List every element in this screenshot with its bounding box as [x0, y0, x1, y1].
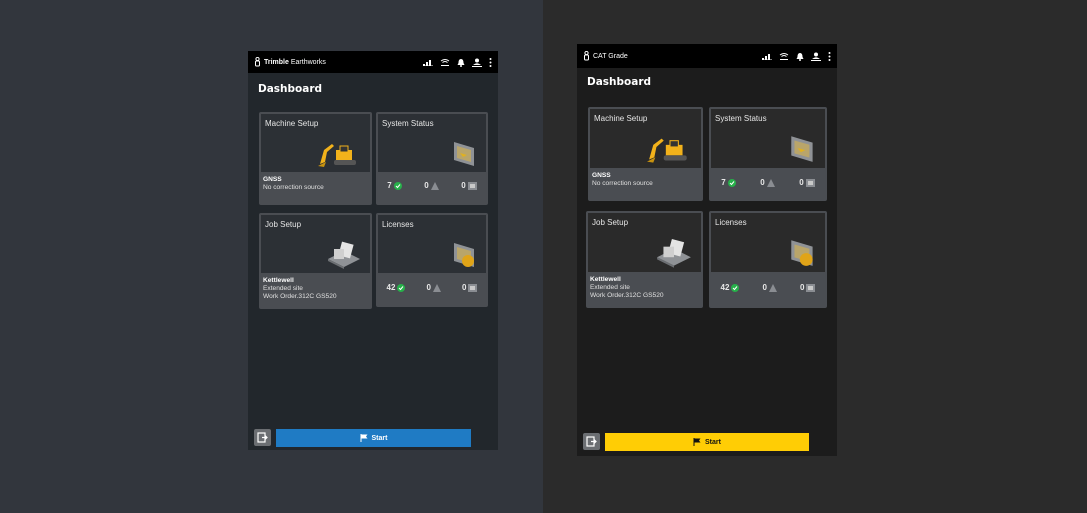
warning-icon [768, 283, 777, 292]
ok-count: 42 [721, 283, 740, 292]
signal-icon[interactable] [423, 58, 433, 66]
page-title: Dashboard [587, 76, 652, 88]
warning-count: 0 [763, 283, 777, 292]
check-ok-icon [393, 181, 402, 190]
card-title: Machine Setup [594, 114, 648, 123]
card-title: System Status [382, 119, 434, 128]
brand-name: CAT Grade [593, 52, 628, 60]
user-icon[interactable] [472, 58, 482, 67]
page-title: Dashboard [258, 83, 323, 95]
exit-icon [586, 436, 597, 447]
bell-icon[interactable] [796, 52, 804, 61]
bell-icon[interactable] [457, 58, 465, 67]
error-icon [468, 283, 478, 292]
system-status-card[interactable]: System Status 7 0 0 [376, 112, 488, 205]
device-trimble: Trimble Earthworks Dashboard Machine Set… [248, 51, 498, 450]
job-papers-icon [657, 238, 691, 268]
device-cat: CAT Grade Dashboard Machine Setup GNSS N… [577, 44, 837, 456]
gnss-label: GNSS [263, 176, 282, 183]
license-tablet-icon [454, 243, 474, 267]
exit-icon [257, 432, 268, 443]
system-status-card[interactable]: System Status 7 0 0 [709, 107, 827, 201]
ok-count: 7 [387, 181, 402, 190]
licenses-card[interactable]: Licenses 42 0 0 [709, 211, 827, 308]
display-monitor-icon [454, 142, 474, 166]
job-line-2: Extended site [590, 284, 630, 291]
job-name: Kettlewell [263, 277, 294, 284]
status-bar: CAT Grade [577, 44, 837, 68]
check-ok-icon [731, 283, 740, 292]
exit-button[interactable] [583, 433, 600, 450]
gnss-detail: No correction source [592, 180, 653, 187]
exit-button[interactable] [254, 429, 271, 446]
error-icon [467, 181, 477, 190]
warning-count: 0 [427, 283, 441, 292]
job-setup-card[interactable]: Job Setup Kettlewell Extended site Work … [259, 213, 372, 309]
start-label: Start [705, 438, 721, 446]
wifi-icon[interactable] [779, 52, 789, 60]
error-count: 0 [461, 181, 477, 190]
trimble-logo-icon [255, 57, 260, 67]
job-name: Kettlewell [590, 276, 621, 283]
wifi-icon[interactable] [440, 58, 450, 66]
license-tablet-icon [791, 240, 813, 266]
error-count: 0 [799, 178, 815, 187]
card-title: Job Setup [592, 218, 629, 227]
error-count: 0 [800, 283, 816, 292]
user-icon[interactable] [811, 52, 821, 61]
trimble-logo-icon [584, 51, 589, 61]
error-icon [806, 283, 816, 292]
job-line-2: Extended site [263, 285, 303, 292]
check-ok-icon [727, 178, 736, 187]
machine-setup-card[interactable]: Machine Setup GNSS No correction source [259, 112, 372, 205]
ok-count: 7 [721, 178, 736, 187]
job-setup-card[interactable]: Job Setup Kettlewell Extended site Work … [586, 211, 703, 308]
start-button[interactable]: Start [605, 433, 809, 451]
warning-count: 0 [760, 178, 775, 187]
excavator-icon [647, 138, 687, 163]
card-title: System Status [715, 114, 767, 123]
error-icon [805, 178, 815, 187]
job-line-3: Work Order.312C GS520 [263, 293, 337, 300]
start-button[interactable]: Start [276, 429, 471, 447]
licenses-card[interactable]: Licenses 42 0 0 [376, 213, 488, 307]
excavator-icon [318, 144, 356, 167]
ok-count: 42 [387, 283, 406, 292]
brand-bold: Trimble [264, 58, 289, 66]
warning-count: 0 [424, 181, 439, 190]
card-title: Machine Setup [265, 119, 319, 128]
warning-icon [766, 178, 775, 187]
flag-icon [693, 438, 701, 446]
job-line-3: Work Order.312C GS520 [590, 292, 664, 299]
check-ok-icon [397, 283, 406, 292]
card-title: Job Setup [265, 220, 302, 229]
warning-icon [430, 181, 439, 190]
display-monitor-icon [791, 136, 813, 162]
job-papers-icon [328, 241, 360, 269]
machine-setup-card[interactable]: Machine Setup GNSS No correction source [588, 107, 703, 201]
gnss-detail: No correction source [263, 184, 324, 191]
card-title: Licenses [382, 220, 414, 229]
warning-icon [432, 283, 441, 292]
status-bar: Trimble Earthworks [248, 51, 498, 73]
brand-name: Earthworks [288, 58, 326, 66]
flag-icon [360, 434, 368, 442]
more-vertical-icon[interactable] [828, 51, 831, 61]
gnss-label: GNSS [592, 172, 611, 179]
more-vertical-icon[interactable] [489, 57, 492, 67]
start-label: Start [371, 434, 388, 442]
brand: CAT Grade [583, 51, 762, 61]
card-title: Licenses [715, 218, 747, 227]
signal-icon[interactable] [762, 52, 772, 60]
brand: Trimble Earthworks [254, 57, 423, 67]
error-count: 0 [462, 283, 478, 292]
